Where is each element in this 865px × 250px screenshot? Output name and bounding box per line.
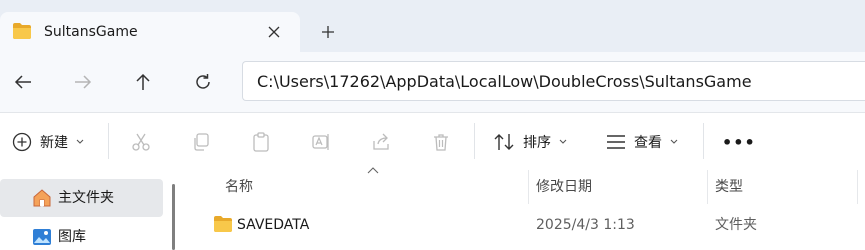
column-label-date: 修改日期 [536,179,592,195]
toolbar-separator [108,123,109,159]
refresh-button[interactable] [189,68,217,96]
sidebar-item-gallery[interactable]: 图库 [0,218,163,250]
column-separator[interactable] [857,170,858,204]
view-button[interactable]: 查看 [606,129,678,155]
new-button[interactable]: 新建 [12,129,84,155]
sort-ascending-icon [367,167,379,174]
folder-icon [12,22,32,40]
share-icon [373,133,389,150]
more-options-button[interactable]: ••• [722,129,756,155]
scissors-icon [132,133,150,151]
address-bar[interactable]: C:\Users\17262\AppData\LocalLow\DoubleCr… [242,61,865,101]
command-bar: 新建 排序 查看 ••• [0,113,865,170]
scrollbar[interactable] [172,184,175,250]
tab-title: SultansGame [44,24,138,40]
rename-icon [312,134,329,150]
more-icon: ••• [722,132,756,152]
new-tab-button[interactable] [316,20,340,44]
new-label: 新建 [40,135,68,151]
rename-button[interactable] [311,129,331,155]
chevron-down-icon [76,139,84,144]
refresh-icon [196,74,210,89]
forward-button[interactable] [69,68,97,96]
view-label: 查看 [634,135,662,151]
sidebar-item-label: 图库 [58,229,86,245]
column-header-date[interactable]: 修改日期 [528,170,707,204]
view-list-icon [607,135,625,149]
file-type: 文件夹 [715,217,757,233]
toolbar-separator [703,123,704,159]
sort-label: 排序 [523,135,551,151]
paste-button[interactable] [251,129,271,155]
file-date: 2025/4/3 1:13 [536,217,635,233]
back-button[interactable] [9,68,37,96]
arrow-right-icon [75,75,92,89]
folder-icon [213,215,233,238]
file-list: 名称 修改日期 类型 SAVEDATA 2025/4/3 1:13 文件夹 [185,167,865,250]
tab-sultansgame[interactable]: SultansGame [0,12,300,52]
table-row[interactable]: SAVEDATA 2025/4/3 1:13 文件夹 [185,208,865,242]
toolbar-separator [474,123,475,159]
tab-bar: SultansGame [0,0,865,52]
up-button[interactable] [129,68,157,96]
navigation-pane: 主文件夹 图库 [0,170,185,250]
address-row: C:\Users\17262\AppData\LocalLow\DoubleCr… [0,52,865,112]
copy-button[interactable] [191,129,211,155]
paste-icon [253,132,269,152]
share-button[interactable] [371,129,391,155]
column-label-name: 名称 [225,179,253,195]
sidebar-item-home[interactable]: 主文件夹 [0,179,163,217]
sort-button[interactable]: 排序 [493,129,567,155]
trash-icon [434,134,448,151]
arrow-up-icon [136,73,150,90]
add-circle-icon [12,132,32,152]
cut-button[interactable] [131,129,151,155]
arrow-left-icon [14,75,31,89]
sort-icon [494,134,514,150]
column-label-type: 类型 [715,179,743,195]
file-name: SAVEDATA [237,217,310,233]
copy-icon [194,133,209,151]
home-icon [32,188,52,208]
sidebar-item-label: 主文件夹 [58,190,114,206]
gallery-icon [32,227,52,247]
address-path: C:\Users\17262\AppData\LocalLow\DoubleCr… [257,72,752,91]
column-header-name[interactable]: 名称 [185,167,528,204]
chevron-down-icon [559,139,567,144]
close-icon[interactable] [264,22,284,42]
delete-button[interactable] [431,129,451,155]
chevron-down-icon [670,139,678,144]
column-header-type[interactable]: 类型 [707,170,857,204]
